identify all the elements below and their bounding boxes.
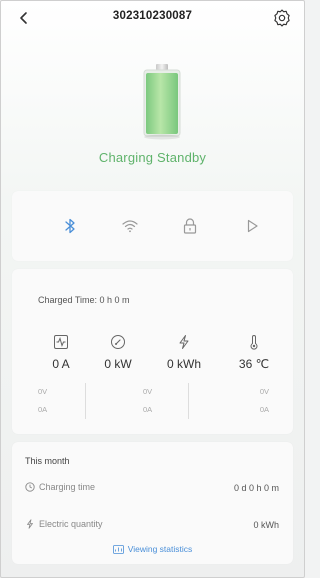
phase-1-voltage: 0V bbox=[38, 387, 48, 396]
charging-time-value: 0 d 0 h 0 m bbox=[233, 483, 279, 493]
viewing-statistics-link[interactable]: Viewing statistics bbox=[12, 544, 293, 555]
energy-value: 0 kWh bbox=[166, 357, 201, 371]
statistics-icon bbox=[112, 545, 124, 555]
divider bbox=[85, 383, 86, 419]
monthly-summary-card: This month Charging time 0 d 0 h 0 m Ele… bbox=[12, 442, 293, 564]
thermometer-icon bbox=[250, 335, 258, 350]
current-value: 0 A bbox=[52, 357, 70, 371]
header: 302310230087 bbox=[1, 1, 304, 37]
phase-2-voltage: 0V bbox=[143, 387, 153, 396]
electric-quantity-label: Electric quantity bbox=[39, 519, 103, 529]
phase-3-current: 0A bbox=[259, 405, 269, 414]
bluetooth-icon[interactable] bbox=[59, 215, 81, 237]
divider bbox=[188, 383, 189, 419]
charging-time-row: Charging time bbox=[25, 482, 95, 492]
gear-icon[interactable] bbox=[272, 8, 292, 28]
phase-1-current: 0A bbox=[38, 405, 48, 414]
energy-bolt-icon bbox=[179, 335, 189, 349]
power-value: 0 kW bbox=[104, 357, 132, 371]
app-screen: 302310230087 Charging Standby Charged Ti… bbox=[0, 0, 305, 578]
temperature-value: 36 ℃ bbox=[238, 357, 270, 371]
month-title: This month bbox=[25, 456, 70, 466]
electric-quantity-row: Electric quantity bbox=[25, 519, 103, 529]
current-wave-icon bbox=[54, 335, 68, 349]
charging-stats-card: Charged Time: 0 h 0 m 0 A 0 kW 0 kWh 36 … bbox=[12, 269, 293, 434]
play-icon[interactable] bbox=[241, 215, 263, 237]
wifi-icon[interactable] bbox=[119, 215, 141, 237]
battery-icon bbox=[143, 64, 181, 140]
electric-quantity-value: 0 kWh bbox=[253, 520, 279, 530]
bolt-icon bbox=[27, 519, 33, 529]
charged-time: Charged Time: 0 h 0 m bbox=[38, 295, 130, 305]
control-card bbox=[12, 191, 293, 261]
phase-3-voltage: 0V bbox=[259, 387, 269, 396]
charging-time-label: Charging time bbox=[39, 482, 96, 492]
clock-icon bbox=[25, 482, 35, 492]
page-title: 302310230087 bbox=[112, 10, 193, 22]
lock-icon[interactable] bbox=[179, 215, 201, 237]
phase-2-current: 0A bbox=[143, 405, 153, 414]
viewing-statistics-label: Viewing statistics bbox=[127, 544, 193, 554]
power-gauge-icon bbox=[111, 335, 125, 349]
charging-status: Charging Standby bbox=[98, 150, 207, 165]
